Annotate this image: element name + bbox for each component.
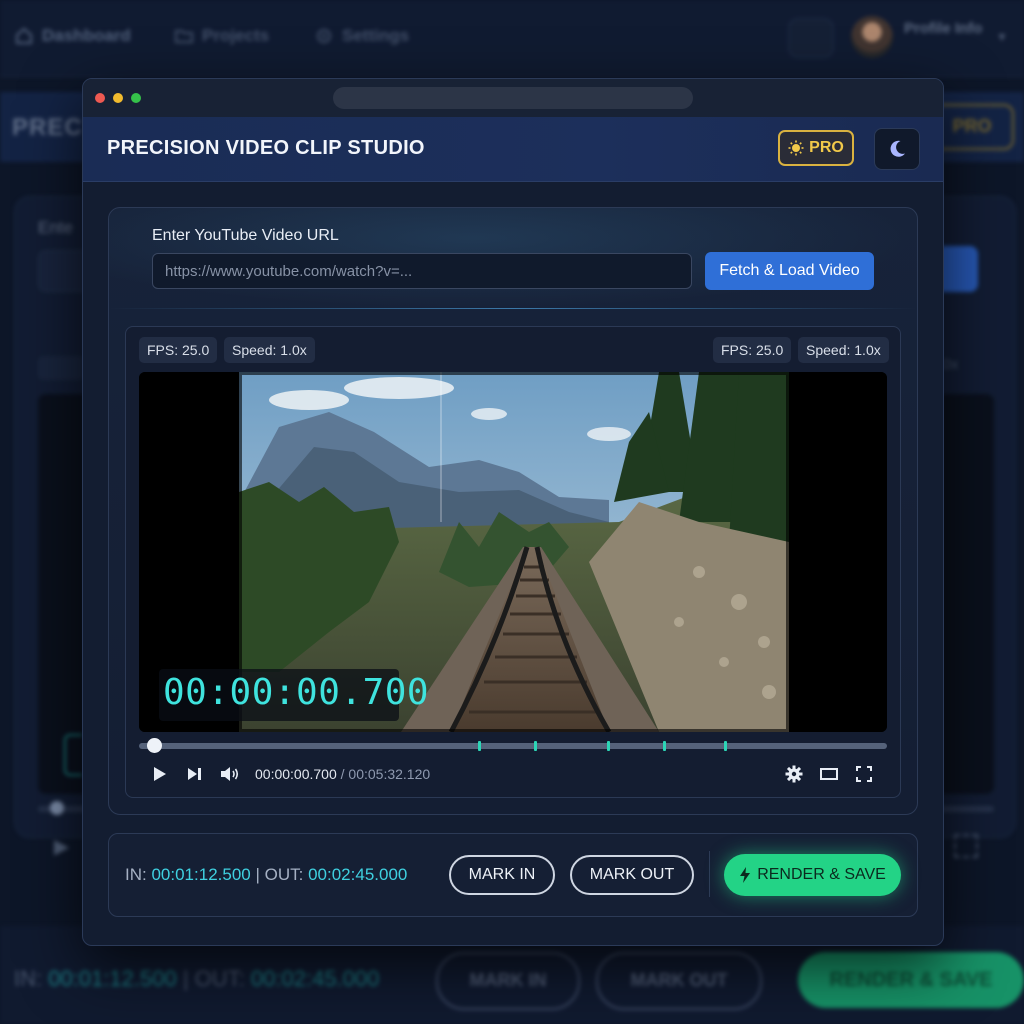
window-titlebar xyxy=(83,79,943,117)
timeline-marker[interactable] xyxy=(478,741,481,751)
settings-button[interactable] xyxy=(784,765,804,783)
scrub-thumb[interactable] xyxy=(147,738,162,753)
volume-icon xyxy=(221,767,239,781)
timecode-overlay: 00:00:00.700 xyxy=(159,669,429,721)
background-nav-dashboard: Dashboard xyxy=(14,26,131,46)
fps-badge-right: FPS: 25.0 xyxy=(713,337,792,363)
mark-in-button[interactable]: MARK IN xyxy=(449,855,555,895)
background-nav-projects: Projects xyxy=(174,26,269,46)
render-save-button[interactable]: RENDER & SAVE xyxy=(724,854,901,896)
background-url-label: Ente xyxy=(38,218,73,237)
scrub-bar[interactable] xyxy=(139,743,887,749)
folder-icon xyxy=(175,30,193,43)
background-scrub-thumb xyxy=(50,801,64,815)
close-window-button[interactable] xyxy=(95,93,105,103)
url-label: Enter YouTube Video URL xyxy=(152,227,339,244)
out-point-value: 00:02:45.000 xyxy=(308,865,408,884)
clip-range-display: IN: 00:01:12.500 | OUT: 00:02:45.000 xyxy=(125,865,408,884)
settings-icon xyxy=(785,765,803,783)
speed-badge-right: Speed: 1.0x xyxy=(798,337,889,363)
next-frame-icon xyxy=(188,768,201,780)
gear-icon xyxy=(317,29,331,43)
chevron-down-icon: ▼ xyxy=(996,30,1008,44)
timeline-marker[interactable] xyxy=(663,741,666,751)
sun-icon xyxy=(788,140,804,156)
background-timecode xyxy=(64,734,82,776)
section-divider xyxy=(109,308,917,309)
time-display: 00:00:00.700 / 00:05:32.120 xyxy=(255,766,431,782)
pro-badge[interactable]: PRO xyxy=(778,130,854,166)
url-input[interactable] xyxy=(152,253,692,289)
fps-badge-left: FPS: 25.0 xyxy=(139,337,218,363)
notification-bell-icon xyxy=(788,18,834,58)
background-mark-out-button: MARK OUT xyxy=(596,952,762,1010)
background-render-button: RENDER & SAVE xyxy=(798,952,1024,1008)
moon-icon xyxy=(890,140,905,157)
background-fps-chip xyxy=(38,356,84,380)
divider xyxy=(709,851,710,897)
maximize-window-button[interactable] xyxy=(131,93,141,103)
background-title: PREC xyxy=(12,114,83,141)
minimize-window-button[interactable] xyxy=(113,93,123,103)
background-nav-settings: Settings xyxy=(314,26,409,46)
theater-mode-button[interactable] xyxy=(819,765,839,783)
app-window: PRECISION VIDEO CLIP STUDIO PRO Enter Yo… xyxy=(82,78,944,946)
fetch-load-video-button[interactable]: Fetch & Load Video xyxy=(705,252,874,290)
background-mark-in-button: MARK IN xyxy=(436,952,580,1010)
background-play-icon: ▶ xyxy=(54,836,70,858)
timeline-marker[interactable] xyxy=(724,741,727,751)
volume-button[interactable] xyxy=(219,765,241,783)
speed-badge-left: Speed: 1.0x xyxy=(224,337,315,363)
fullscreen-button[interactable] xyxy=(854,765,874,783)
fullscreen-icon xyxy=(856,766,872,782)
home-icon xyxy=(16,27,32,44)
background-fullscreen-icon xyxy=(954,834,978,858)
lightning-icon xyxy=(740,867,751,883)
background-in-out: IN: 00:01:12.500 | OUT: 00:02:45.000 xyxy=(14,966,380,991)
play-icon xyxy=(154,767,166,781)
page-title: PRECISION VIDEO CLIP STUDIO xyxy=(107,137,425,159)
timeline-marker[interactable] xyxy=(534,741,537,751)
next-frame-button[interactable] xyxy=(186,765,204,783)
play-button[interactable] xyxy=(151,765,169,783)
theme-toggle-button[interactable] xyxy=(874,128,920,170)
timeline-marker[interactable] xyxy=(607,741,610,751)
mark-out-button[interactable]: MARK OUT xyxy=(570,855,694,895)
address-bar[interactable] xyxy=(333,87,693,109)
avatar xyxy=(851,16,893,58)
in-point-value: 00:01:12.500 xyxy=(151,865,251,884)
theater-mode-icon xyxy=(820,768,838,780)
profile-name: Profile Info xyxy=(904,20,983,37)
